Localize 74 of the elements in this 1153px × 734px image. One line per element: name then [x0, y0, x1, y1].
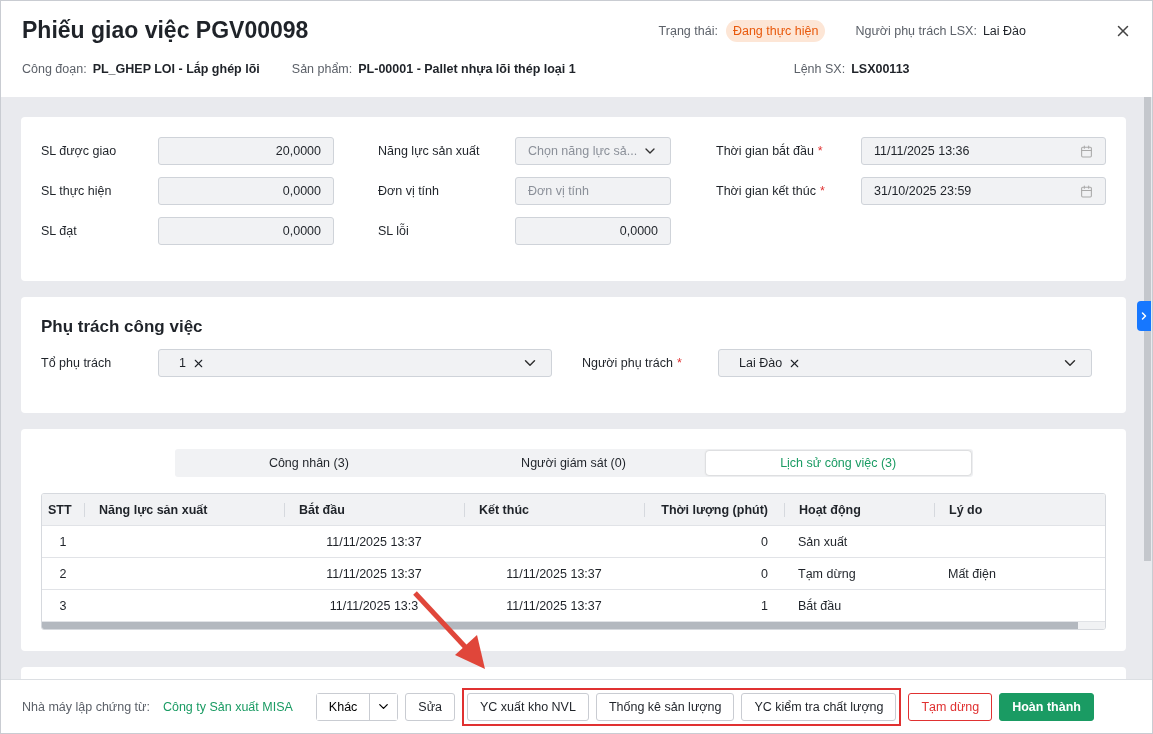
select-field[interactable]: 1 — [158, 349, 552, 377]
meta-value: PL-00001 - Pallet nhựa lõi thép loại 1 — [358, 62, 576, 76]
action-button[interactable]: YC xuất kho NVL — [467, 692, 589, 721]
tab[interactable]: Người giám sát (0) — [441, 451, 706, 475]
field-label: Thời gian bắt đầu — [716, 144, 814, 158]
table-cell-text: Tạm dừng — [797, 566, 857, 581]
calendar-icon — [1080, 184, 1093, 198]
column-header: Thời lượng (phút) — [644, 502, 784, 517]
date-field[interactable]: 31/10/2025 23:59 — [861, 177, 1106, 205]
table-cell-text: 11/11/2025 13:3 — [328, 598, 420, 613]
column-header: Hoạt động — [784, 502, 934, 517]
tab[interactable]: Lịch sử công việc (3) — [705, 451, 971, 475]
owner-value: Lai Đào — [982, 23, 1026, 38]
table-cell-text: 11/11/2025 13:37 — [325, 566, 423, 581]
table-cell-text: Mất điện — [947, 566, 997, 581]
meta-value: PL_GHEP LOI - Lắp ghép lõi — [92, 62, 260, 76]
more-button[interactable]: Khác — [315, 692, 399, 721]
window-title: Phiếu giao việc PGV00098 — [22, 17, 310, 44]
table-cell-text: 0 — [760, 534, 769, 549]
action-button[interactable]: Hoàn thành — [999, 692, 1094, 721]
calendar-icon — [1080, 144, 1093, 158]
table-cell-text: 3 — [58, 598, 68, 613]
action-button[interactable]: Tạm dừng — [908, 692, 993, 721]
field-label: Năng lực sản xuất — [378, 144, 480, 158]
table-cell-text: 2 — [58, 566, 68, 581]
factory-link[interactable]: Công ty Sản xuất MISA — [162, 699, 293, 714]
column-header: Kết thúc — [464, 502, 644, 517]
meta-value: LSX00113 — [851, 62, 910, 76]
status-label: Trạng thái: — [658, 23, 718, 38]
scrollbar[interactable] — [1144, 97, 1151, 561]
action-button[interactable]: YC kiểm tra chất lượng — [741, 692, 897, 721]
required-mark: * — [817, 144, 823, 158]
table-cell-text: 11/11/2025 13:37 — [505, 598, 603, 613]
status-badge: Đang thực hiện — [725, 19, 826, 42]
field-label: SL đạt — [41, 224, 77, 238]
tab[interactable]: Công nhân (3) — [176, 451, 442, 475]
field-label: Tổ phụ trách — [41, 356, 112, 370]
input-field[interactable]: 0,0000 — [515, 217, 671, 245]
column-header: Bắt đầu — [284, 502, 464, 517]
field-label: SL thực hiện — [41, 184, 112, 198]
select-field[interactable]: Lai Đào — [718, 349, 1092, 377]
date-field[interactable]: 11/11/2025 13:36 — [861, 137, 1106, 165]
table-cell-text: 11/11/2025 13:37 — [505, 566, 603, 581]
input-field[interactable]: 0,0000 — [158, 217, 334, 245]
column-header: Lý do — [934, 502, 1105, 517]
field-label: Đơn vị tính — [378, 184, 439, 198]
field-label: Người phụ trách — [582, 356, 673, 370]
input-field[interactable]: 20,0000 — [158, 137, 334, 165]
column-header: Năng lực sản xuất — [84, 502, 284, 517]
scrollbar[interactable] — [42, 621, 1105, 629]
tag-label: Lai Đào — [739, 356, 783, 370]
required-mark: * — [676, 356, 682, 370]
meta-label: Lệnh SX: — [793, 62, 846, 76]
column-header: STT — [47, 502, 73, 517]
input-field[interactable]: 0,0000 — [158, 177, 334, 205]
meta-label: Sản phẩm: — [291, 62, 353, 76]
table-cell-text: 1 — [760, 598, 769, 613]
expand-icon[interactable] — [1137, 301, 1151, 331]
meta-label: Công đoạn: — [22, 62, 87, 76]
factory-label: Nhà máy lập chứng từ: — [22, 699, 150, 714]
table-cell-text: 11/11/2025 13:37 — [325, 534, 423, 549]
table-cell-text: Bắt đầu — [797, 598, 843, 613]
tag-label: 1 — [179, 356, 186, 370]
table-cell-text: Sản xuất — [797, 534, 849, 549]
section-title: Phụ trách công việc — [41, 317, 204, 337]
field-label: SL được giao — [41, 144, 117, 158]
field-label: Thời gian kết thúc — [716, 184, 816, 198]
field-label: SL lỗi — [378, 224, 409, 238]
action-button[interactable]: Thống kê sản lượng — [595, 692, 735, 721]
table-cell-text: 0 — [760, 566, 769, 581]
owner-label: Người phụ trách LSX: — [855, 23, 977, 38]
required-mark: * — [819, 184, 825, 198]
table-cell-text: 1 — [58, 534, 68, 549]
action-button[interactable]: Sửa — [405, 692, 455, 721]
